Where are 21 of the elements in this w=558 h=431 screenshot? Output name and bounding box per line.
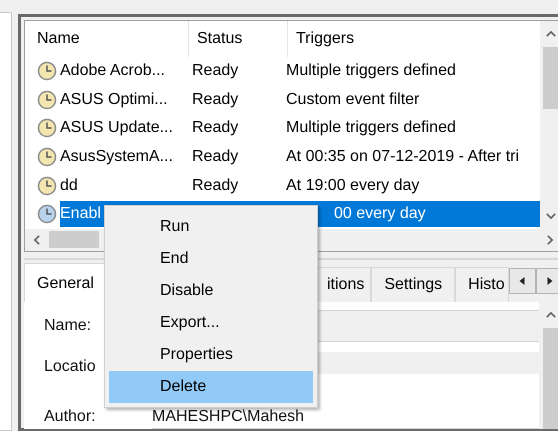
table-cell-text: Ready xyxy=(191,90,240,109)
table-cell-text: At 00:35 on 07-12-2019 - After tri xyxy=(285,148,520,166)
table-cell-text: Multiple triggers defined xyxy=(285,119,457,138)
table-cell-text: Ready xyxy=(191,119,240,138)
field-label: Author: xyxy=(44,408,97,426)
table-cell-text: dd xyxy=(60,176,79,195)
table-cell-text: Ready xyxy=(191,62,240,80)
table-cell-text: ASUS Update... xyxy=(60,119,174,138)
table-cell-text: Adobe Acrob... xyxy=(60,62,166,80)
author-value: MAHESHPC\Mahesh xyxy=(152,408,304,426)
table-cell-text: ASUS Optimi... xyxy=(60,90,169,109)
table-cell-text: Custom event filter xyxy=(285,90,420,109)
table-cell-text: Enabl xyxy=(60,205,102,224)
field-label: Locatio xyxy=(44,358,97,376)
table-cell-text: Multiple triggers defined xyxy=(285,62,457,80)
table-cell-text: AsusSystemA... xyxy=(60,148,174,166)
table-cell-text: At 19:00 every day xyxy=(285,176,420,195)
table-cell-text: Ready xyxy=(191,148,240,166)
table-cell-text: 00 every day xyxy=(333,205,427,224)
table-cell-text: Ready xyxy=(191,176,240,195)
field-label: Name: xyxy=(44,316,92,335)
